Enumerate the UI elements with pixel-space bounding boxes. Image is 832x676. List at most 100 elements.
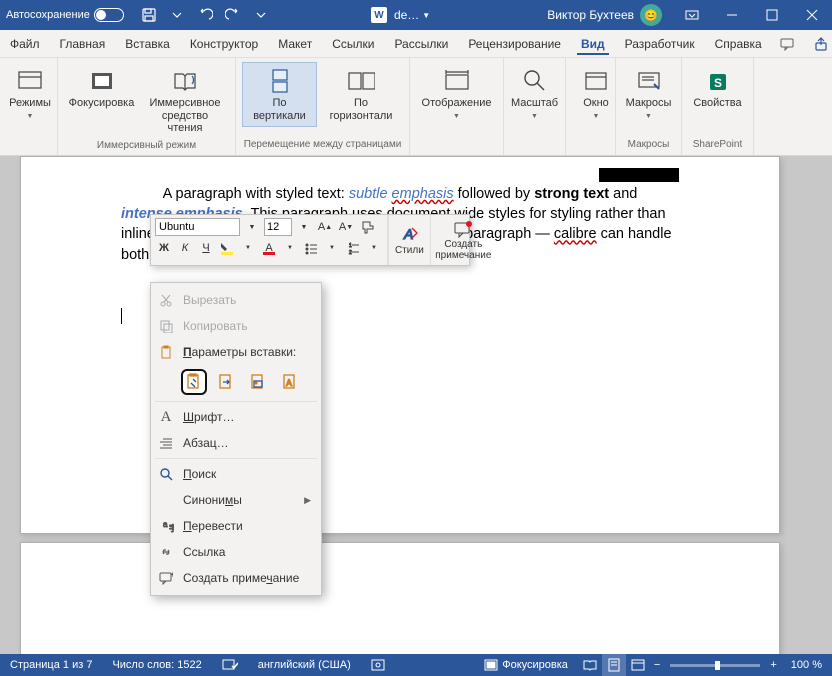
menu-cut[interactable]: Вырезать xyxy=(151,287,321,313)
font-name-input[interactable] xyxy=(155,218,240,236)
menu-new-comment[interactable]: + Создать примечание xyxy=(151,565,321,591)
share-button[interactable]: Поделиться xyxy=(802,30,832,57)
bold-button[interactable]: Ж xyxy=(155,239,173,257)
read-mode-button[interactable] xyxy=(578,654,602,676)
status-macros[interactable] xyxy=(361,654,395,676)
horizontal-icon xyxy=(347,67,375,95)
chevron-down-icon: ▼ xyxy=(593,113,600,121)
highlight-dropdown[interactable]: ▼ xyxy=(239,239,257,257)
tab-home[interactable]: Главная xyxy=(50,30,116,57)
immersive-label: Иммерсивное средство чтения xyxy=(148,97,222,135)
status-spellcheck[interactable] xyxy=(212,654,248,676)
size-dropdown[interactable]: ▼ xyxy=(295,218,313,236)
user-account[interactable]: Виктор Бухтеев 😊 xyxy=(547,4,662,26)
paragraph-icon xyxy=(157,434,175,452)
minimize-button[interactable] xyxy=(712,0,752,30)
immersive-reader-button[interactable]: Иммерсивное средство чтения xyxy=(141,62,229,140)
vertical-pages-button[interactable]: По вертикали xyxy=(242,62,317,127)
new-comment-button[interactable]: Создать примечание xyxy=(430,215,496,265)
zoom-out-button[interactable]: − xyxy=(650,654,664,676)
shrink-font-button[interactable]: A▼ xyxy=(337,218,355,236)
autosave-toggle[interactable]: Автосохранение xyxy=(0,8,130,22)
web-layout-button[interactable] xyxy=(626,654,650,676)
menu-copy[interactable]: Копировать xyxy=(151,313,321,339)
print-layout-button[interactable] xyxy=(602,654,626,676)
zoom-in-button[interactable]: + xyxy=(766,654,780,676)
tab-help[interactable]: Справка xyxy=(705,30,772,57)
ribbon-options-button[interactable] xyxy=(672,0,712,30)
status-page[interactable]: Страница 1 из 7 xyxy=(0,654,102,676)
bullets-dropdown[interactable]: ▼ xyxy=(323,239,341,257)
menu-copy-label: Копировать xyxy=(183,319,248,333)
maximize-button[interactable] xyxy=(752,0,792,30)
tab-design[interactable]: Конструктор xyxy=(180,30,268,57)
highlight-button[interactable] xyxy=(218,239,236,257)
qat-customize[interactable] xyxy=(248,2,274,28)
svg-text:字: 字 xyxy=(169,523,174,533)
tab-file[interactable]: Файл xyxy=(0,30,50,57)
paste-merge-button[interactable] xyxy=(213,369,239,395)
redo-button[interactable] xyxy=(220,2,246,28)
document-title[interactable]: W de… ▼ xyxy=(371,7,430,23)
doc-text: calibre xyxy=(554,226,597,242)
tab-insert[interactable]: Вставка xyxy=(115,30,180,57)
menu-translate[interactable]: a字 Перевести xyxy=(151,513,321,539)
macros-label: Макросы xyxy=(626,97,672,110)
font-color-button[interactable]: A xyxy=(260,239,278,257)
bullets-button[interactable] xyxy=(302,239,320,257)
undo-button[interactable] xyxy=(192,2,218,28)
tab-references[interactable]: Ссылки xyxy=(322,30,384,57)
menu-search[interactable]: Поиск xyxy=(151,461,321,487)
display-button[interactable]: Отображение ▼ xyxy=(416,62,497,126)
underline-button[interactable]: Ч xyxy=(197,239,215,257)
modes-button[interactable]: Режимы ▼ xyxy=(6,62,54,126)
title-bar: Автосохранение W de… ▼ Виктор Бухтеев 😊 xyxy=(0,0,832,30)
menu-font[interactable]: A Шрифт… xyxy=(151,404,321,430)
window-controls xyxy=(672,0,832,30)
qat-dropdown[interactable] xyxy=(164,2,190,28)
status-word-count[interactable]: Число слов: 1522 xyxy=(102,654,211,676)
page-2[interactable] xyxy=(20,542,780,654)
zoom-button[interactable]: Масштаб ▼ xyxy=(510,62,559,126)
zoom-level[interactable]: 100 % xyxy=(781,654,832,676)
tab-developer[interactable]: Разработчик xyxy=(615,30,705,57)
paste-icon xyxy=(157,343,175,361)
menu-link[interactable]: Ссылка xyxy=(151,539,321,565)
save-button[interactable] xyxy=(136,2,162,28)
fontcolor-dropdown[interactable]: ▼ xyxy=(281,239,299,257)
font-size-input[interactable] xyxy=(264,218,292,236)
toggle-off-icon xyxy=(94,8,124,22)
text-cursor xyxy=(121,308,122,324)
numbering-dropdown[interactable]: ▼ xyxy=(365,239,383,257)
horizontal-pages-button[interactable]: По горизонтали xyxy=(319,62,403,127)
italic-button[interactable]: К xyxy=(176,239,194,257)
page-1[interactable]: A paragraph with styled text: subtle emp… xyxy=(20,156,780,534)
zoom-slider[interactable] xyxy=(670,664,760,667)
menu-synonyms[interactable]: Синонимы ▶ xyxy=(151,487,321,513)
paste-text-only-button[interactable]: A xyxy=(277,369,303,395)
grow-font-button[interactable]: A▲ xyxy=(316,218,334,236)
focus-mode-button[interactable]: Фокусировка xyxy=(64,62,139,115)
menu-paragraph[interactable]: Абзац… xyxy=(151,430,321,456)
tab-mailings[interactable]: Рассылки xyxy=(384,30,458,57)
font-dropdown[interactable]: ▼ xyxy=(243,218,261,236)
tab-review[interactable]: Рецензирование xyxy=(458,30,571,57)
doc-text: emphasis xyxy=(392,186,454,202)
paste-picture-button[interactable] xyxy=(245,369,271,395)
properties-button[interactable]: S Свойства xyxy=(688,62,747,115)
numbering-button[interactable]: 12 xyxy=(344,239,362,257)
window-button[interactable]: Окно ▼ xyxy=(572,62,620,126)
status-focus-mode[interactable]: Фокусировка xyxy=(474,654,578,676)
macros-button[interactable]: Макросы ▼ xyxy=(622,62,675,126)
close-button[interactable] xyxy=(792,0,832,30)
vertical-label: По вертикали xyxy=(249,97,310,122)
status-language[interactable]: английский (США) xyxy=(248,654,361,676)
styles-button[interactable]: A Стили xyxy=(388,215,430,265)
tab-layout[interactable]: Макет xyxy=(268,30,322,57)
comments-button[interactable] xyxy=(772,30,802,57)
format-painter-button[interactable] xyxy=(358,218,376,236)
tab-view[interactable]: Вид xyxy=(571,30,615,57)
paste-keep-source-button[interactable] xyxy=(181,369,207,395)
copy-icon xyxy=(157,317,175,335)
group-pages-label: Перемещение между страницами xyxy=(236,139,409,155)
